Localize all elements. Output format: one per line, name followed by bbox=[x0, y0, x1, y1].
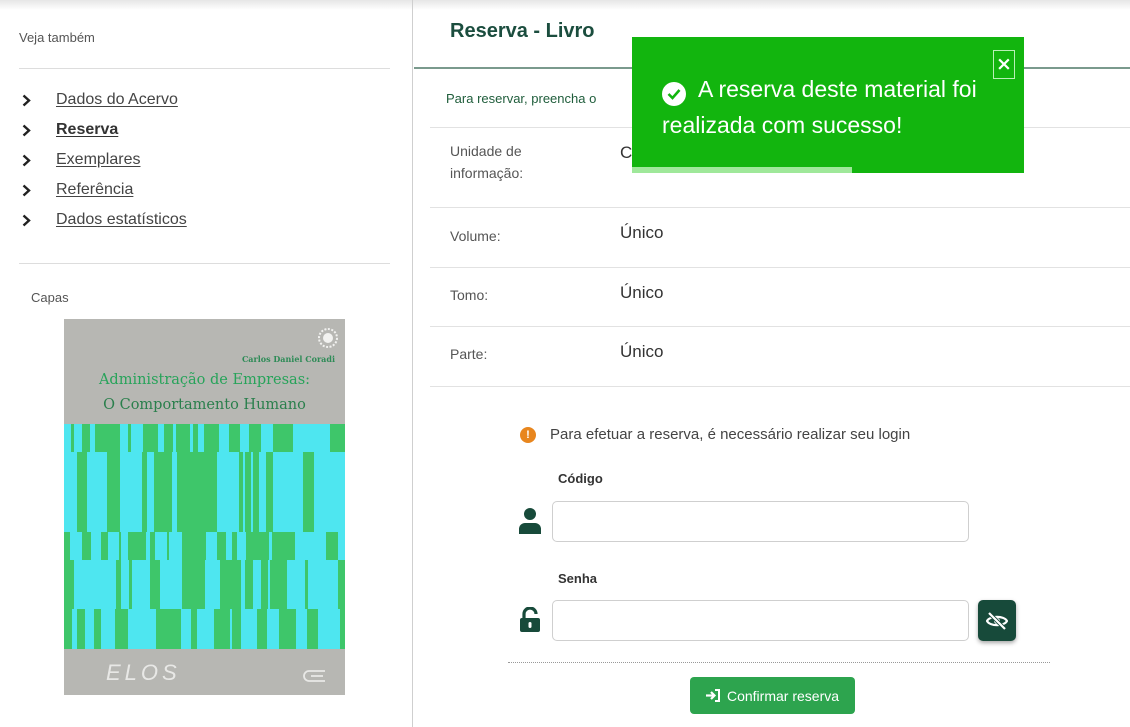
cover-publisher-logo: ELOS bbox=[106, 660, 181, 685]
row-divider bbox=[430, 267, 1130, 268]
chevron-right-icon bbox=[22, 154, 56, 167]
field-label-unidade: Unidade de informação: bbox=[450, 140, 523, 184]
toast-close-button[interactable]: × bbox=[993, 50, 1015, 79]
field-value-parte: Único bbox=[620, 342, 664, 361]
toast-message: A reserva deste material foi realizada c… bbox=[662, 71, 992, 143]
field-value-unidade: C bbox=[620, 143, 633, 162]
toast-progress-fill bbox=[632, 167, 852, 173]
success-toast: A reserva deste material foi realizada c… bbox=[632, 37, 1024, 173]
row-divider bbox=[430, 207, 1130, 208]
sidebar-divider bbox=[19, 263, 390, 264]
field-label-unidade-line2: informação: bbox=[450, 165, 524, 181]
sidebar-link-dados-do-acervo[interactable]: Dados do Acervo bbox=[56, 91, 178, 109]
covers-title: Capas bbox=[31, 290, 69, 305]
sidebar-item-exemplares[interactable]: Exemplares bbox=[22, 145, 187, 175]
sidebar-item-dados-estatisticos[interactable]: Dados estatísticos bbox=[22, 205, 187, 235]
code-input[interactable] bbox=[552, 501, 969, 542]
field-label-unidade-line1: Unidade de bbox=[450, 143, 522, 159]
sign-in-icon bbox=[705, 689, 721, 702]
confirm-reservation-label: Confirmar reserva bbox=[726, 687, 840, 704]
sidebar-link-referencia[interactable]: Referência bbox=[56, 181, 133, 199]
cover-title-line-1: Administração de Empresas: bbox=[98, 372, 311, 388]
warning-icon: ! bbox=[520, 426, 536, 443]
book-cover[interactable]: Carlos Daniel Coradi Administração de Em… bbox=[64, 319, 345, 695]
sidebar-link-exemplares[interactable]: Exemplares bbox=[56, 151, 140, 169]
toast-progress-bar bbox=[632, 167, 1024, 173]
confirm-reservation-button[interactable]: Confirmar reserva bbox=[690, 677, 855, 714]
field-value-tomo: Único bbox=[620, 283, 664, 302]
reservation-instruction: Para reservar, preencha o bbox=[446, 91, 597, 106]
eye-slash-icon bbox=[986, 611, 1008, 630]
chevron-right-icon bbox=[22, 214, 56, 227]
field-value-volume: Único bbox=[620, 223, 664, 242]
login-required-text: Para efetuar a reserva, é necessário rea… bbox=[550, 426, 911, 443]
login-required-message: ! Para efetuar a reserva, é necessário r… bbox=[520, 426, 910, 443]
sidebar: Veja também Dados do Acervo Reserva Exem… bbox=[0, 0, 413, 727]
sidebar-link-reserva[interactable]: Reserva bbox=[56, 121, 118, 139]
cover-title-line-2: O Comportamento Humano bbox=[103, 397, 306, 413]
cover-author: Carlos Daniel Coradi bbox=[241, 354, 335, 364]
user-icon bbox=[519, 508, 541, 534]
field-label-tomo: Tomo: bbox=[450, 287, 489, 303]
field-label-parte: Parte: bbox=[450, 346, 488, 362]
toggle-password-visibility-button[interactable] bbox=[978, 600, 1016, 641]
chevron-right-icon bbox=[22, 184, 56, 197]
see-also-title: Veja também bbox=[19, 30, 95, 45]
cover-barcode-pattern bbox=[64, 424, 345, 649]
sidebar-item-dados-do-acervo[interactable]: Dados do Acervo bbox=[22, 85, 187, 115]
sidebar-item-referencia[interactable]: Referência bbox=[22, 175, 187, 205]
chevron-right-icon bbox=[22, 94, 56, 107]
check-circle-icon bbox=[662, 82, 686, 106]
sidebar-divider bbox=[19, 68, 390, 69]
sidebar-item-reserva[interactable]: Reserva bbox=[22, 115, 187, 145]
form-divider bbox=[508, 662, 1050, 663]
unlock-icon bbox=[520, 607, 540, 632]
password-input[interactable] bbox=[552, 600, 969, 641]
chevron-right-icon bbox=[22, 124, 56, 137]
field-label-volume: Volume: bbox=[450, 228, 501, 244]
code-label: Código bbox=[558, 471, 603, 486]
publisher-seal-icon bbox=[318, 328, 338, 348]
toast-message-text: A reserva deste material foi realizada c… bbox=[662, 76, 977, 138]
sidebar-nav: Dados do Acervo Reserva Exemplares Refer… bbox=[22, 85, 187, 235]
sidebar-link-dados-estatisticos[interactable]: Dados estatísticos bbox=[56, 211, 187, 229]
page-title: Reserva - Livro bbox=[450, 20, 595, 42]
row-divider bbox=[430, 386, 1130, 387]
row-divider bbox=[430, 326, 1130, 327]
password-label: Senha bbox=[558, 571, 598, 586]
publisher-mark-icon bbox=[303, 670, 325, 682]
